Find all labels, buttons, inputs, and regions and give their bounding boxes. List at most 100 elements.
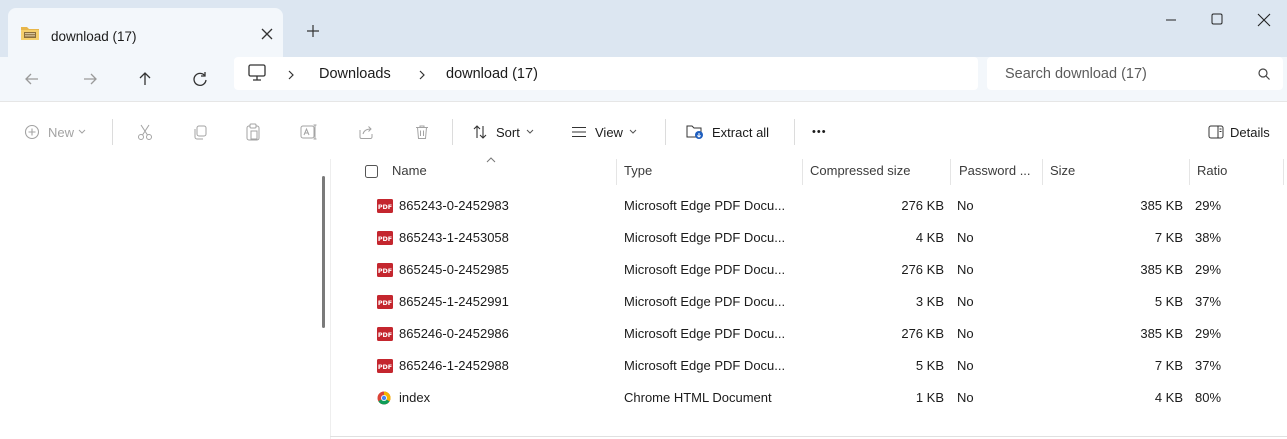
file-compressed-size: 276 KB: [901, 198, 944, 213]
search-box[interactable]: Search download (17): [987, 57, 1283, 90]
svg-text:PDF: PDF: [378, 203, 392, 211]
column-divider[interactable]: [950, 159, 951, 185]
sort-label: Sort: [496, 124, 520, 140]
file-size: 4 KB: [1154, 390, 1183, 405]
table-row[interactable]: PDF 865245-1-2452991 Microsoft Edge PDF Do…: [331, 286, 1287, 318]
delete-button[interactable]: [414, 122, 430, 142]
minimize-button[interactable]: [1148, 0, 1194, 40]
new-tab-icon[interactable]: [303, 21, 323, 41]
scissors-icon: [137, 123, 153, 141]
column-password[interactable]: Password ...: [959, 163, 1031, 178]
separator: [794, 119, 795, 145]
close-tab-icon[interactable]: [257, 24, 277, 44]
column-type[interactable]: Type: [624, 163, 652, 178]
pane-splitter[interactable]: [322, 176, 325, 328]
chrome-html-icon: [377, 391, 391, 405]
column-header-row: Name Type Compressed size Password ... S…: [331, 157, 1287, 185]
file-password: No: [957, 230, 974, 245]
file-list[interactable]: Name Type Compressed size Password ... S…: [330, 157, 1287, 439]
file-name[interactable]: 865246-1-2452988: [399, 358, 509, 373]
file-password: No: [957, 198, 974, 213]
tab-download[interactable]: download (17): [8, 8, 283, 57]
close-window-button[interactable]: [1241, 0, 1287, 40]
file-size: 5 KB: [1154, 294, 1183, 309]
paste-button[interactable]: [245, 122, 261, 142]
address-bar[interactable]: Downloads download (17): [234, 57, 978, 90]
breadcrumb-downloads[interactable]: Downloads: [319, 66, 391, 82]
file-size: 385 KB: [1140, 262, 1183, 277]
file-name[interactable]: index: [399, 390, 430, 405]
file-name[interactable]: 865243-0-2452983: [399, 198, 509, 213]
file-compressed-size: 5 KB: [915, 358, 944, 373]
forward-arrow-icon[interactable]: [78, 67, 102, 91]
file-type: Microsoft Edge PDF Docu...: [624, 262, 786, 277]
pdf-icon: PDF: [377, 199, 393, 213]
column-divider[interactable]: [1283, 159, 1284, 185]
refresh-icon[interactable]: [188, 67, 212, 91]
file-compressed-size: 4 KB: [915, 230, 944, 245]
column-compressed-size[interactable]: Compressed size: [810, 163, 910, 178]
share-button[interactable]: [358, 122, 374, 142]
select-all-checkbox[interactable]: [365, 165, 378, 178]
this-pc-icon[interactable]: [246, 63, 268, 83]
pdf-icon: PDF: [377, 359, 393, 373]
trash-icon: [414, 124, 430, 140]
file-name[interactable]: 865245-1-2452991: [399, 294, 509, 309]
back-arrow-icon[interactable]: [20, 67, 44, 91]
column-divider[interactable]: [802, 159, 803, 185]
view-button[interactable]: View: [571, 122, 637, 142]
table-row[interactable]: PDF 865245-0-2452985 Microsoft Edge PDF Do…: [331, 254, 1287, 286]
pdf-icon: PDF: [377, 295, 393, 309]
breadcrumb-download-17[interactable]: download (17): [446, 66, 538, 82]
file-name[interactable]: 865245-0-2452985: [399, 262, 509, 277]
cut-button[interactable]: [137, 122, 153, 142]
search-icon[interactable]: [1257, 67, 1271, 81]
file-password: No: [957, 294, 974, 309]
file-size: 385 KB: [1140, 326, 1183, 341]
svg-text:PDF: PDF: [378, 235, 392, 243]
new-button[interactable]: New: [24, 122, 86, 142]
details-pane-button[interactable]: Details: [1208, 122, 1270, 142]
table-row[interactable]: PDF 865243-0-2452983 Microsoft Edge PDF Do…: [331, 190, 1287, 222]
separator: [452, 119, 453, 145]
up-arrow-icon[interactable]: [133, 67, 157, 91]
column-divider[interactable]: [616, 159, 617, 185]
file-name[interactable]: 865246-0-2452986: [399, 326, 509, 341]
table-row[interactable]: PDF 865243-1-2453058 Microsoft Edge PDF Do…: [331, 222, 1287, 254]
sort-button[interactable]: Sort: [472, 122, 534, 142]
file-type: Microsoft Edge PDF Docu...: [624, 294, 786, 309]
more-options-button[interactable]: •••: [812, 122, 827, 142]
chevron-right-icon[interactable]: [417, 69, 427, 81]
file-ratio: 80%: [1195, 390, 1222, 405]
column-divider[interactable]: [1042, 159, 1043, 185]
navigation-pane[interactable]: [0, 159, 319, 439]
table-row[interactable]: PDF 865246-1-2452988 Microsoft Edge PDF Do…: [331, 350, 1287, 382]
extract-all-button[interactable]: Extract all: [686, 122, 769, 142]
table-row[interactable]: index Chrome HTML Document 1 KB No 4 KB 80%: [331, 382, 1287, 414]
file-type: Microsoft Edge PDF Docu...: [624, 326, 786, 341]
file-type: Microsoft Edge PDF Docu...: [624, 230, 786, 245]
column-name[interactable]: Name: [392, 163, 427, 178]
file-password: No: [957, 390, 974, 405]
file-name[interactable]: 865243-1-2453058: [399, 230, 509, 245]
chevron-right-icon[interactable]: [286, 69, 296, 81]
column-ratio[interactable]: Ratio: [1197, 163, 1227, 178]
file-password: No: [957, 262, 974, 277]
column-divider[interactable]: [1189, 159, 1190, 185]
file-ratio: 38%: [1195, 230, 1222, 245]
pdf-icon: PDF: [377, 327, 393, 341]
navigation-bar: Downloads download (17) Search download …: [0, 57, 1287, 101]
table-row[interactable]: PDF 865246-0-2452986 Microsoft Edge PDF Do…: [331, 318, 1287, 350]
file-password: No: [957, 326, 974, 341]
rename-button[interactable]: [300, 122, 318, 142]
pdf-icon: PDF: [377, 231, 393, 245]
chevron-down-icon: [526, 129, 534, 135]
view-label: View: [595, 124, 623, 140]
file-ratio: 29%: [1195, 262, 1222, 277]
copy-button[interactable]: [192, 122, 208, 142]
search-input[interactable]: Search download (17): [1005, 66, 1147, 82]
view-lines-icon: [571, 126, 587, 138]
file-type: Microsoft Edge PDF Docu...: [624, 358, 786, 373]
column-size[interactable]: Size: [1050, 163, 1075, 178]
maximize-button[interactable]: [1194, 0, 1240, 40]
